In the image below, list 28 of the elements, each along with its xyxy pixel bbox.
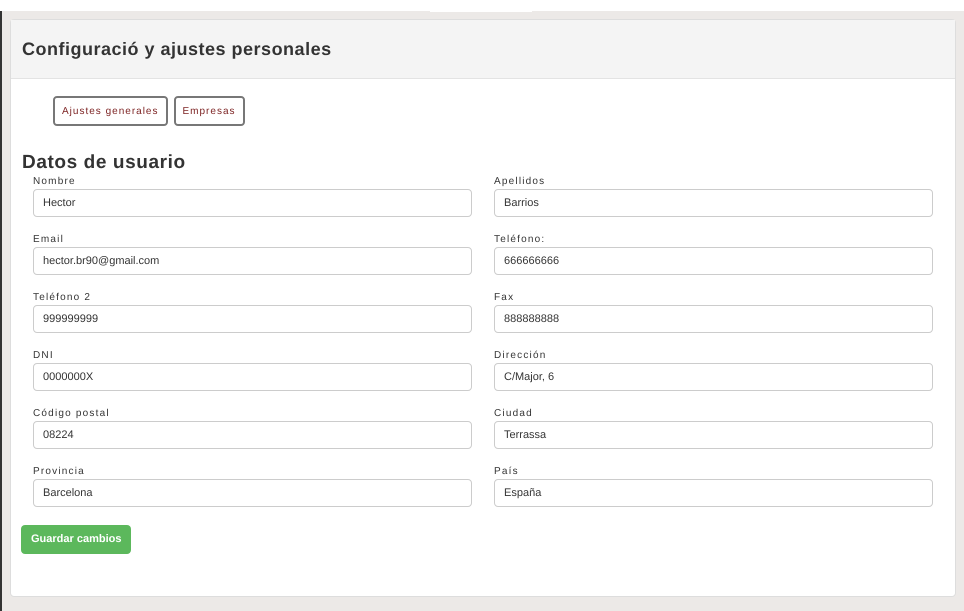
tab-button[interactable]: Empresas bbox=[174, 96, 245, 126]
field-label: Provincia bbox=[33, 465, 85, 478]
input-field[interactable]: 0000000X bbox=[33, 363, 472, 391]
field-label: Teléfono: bbox=[494, 233, 546, 246]
field-label: Teléfono 2 bbox=[33, 291, 92, 304]
field-label: Nombre bbox=[33, 175, 76, 188]
field-label: Fax bbox=[494, 291, 514, 304]
input-field[interactable]: hector.br90@gmail.com bbox=[33, 247, 472, 275]
input-field[interactable]: 999999999 bbox=[33, 305, 472, 333]
panel-title: Configuració y ajustes personales bbox=[22, 38, 332, 61]
field-label: Email bbox=[33, 233, 64, 246]
input-field[interactable]: 666666666 bbox=[494, 247, 933, 275]
field-label: Ciudad bbox=[494, 407, 533, 420]
input-field[interactable]: Barrios bbox=[494, 189, 933, 217]
input-field[interactable]: España bbox=[494, 479, 933, 507]
input-field[interactable]: Terrassa bbox=[494, 421, 933, 449]
field-label: Apellidos bbox=[494, 175, 546, 188]
section-title: Datos de usuario bbox=[21, 152, 187, 174]
field-label: DNI bbox=[33, 349, 54, 362]
field-label: País bbox=[494, 465, 519, 478]
field-label: Código postal bbox=[33, 407, 110, 420]
tab-button[interactable]: Ajustes generales bbox=[53, 96, 168, 126]
input-field[interactable]: Hector bbox=[33, 189, 472, 217]
field-label: Dirección bbox=[494, 349, 546, 362]
input-field[interactable]: C/Major, 6 bbox=[494, 363, 933, 391]
input-field[interactable]: Barcelona bbox=[33, 479, 472, 507]
input-field[interactable]: 888888888 bbox=[494, 305, 933, 333]
input-field[interactable]: 08224 bbox=[33, 421, 472, 449]
